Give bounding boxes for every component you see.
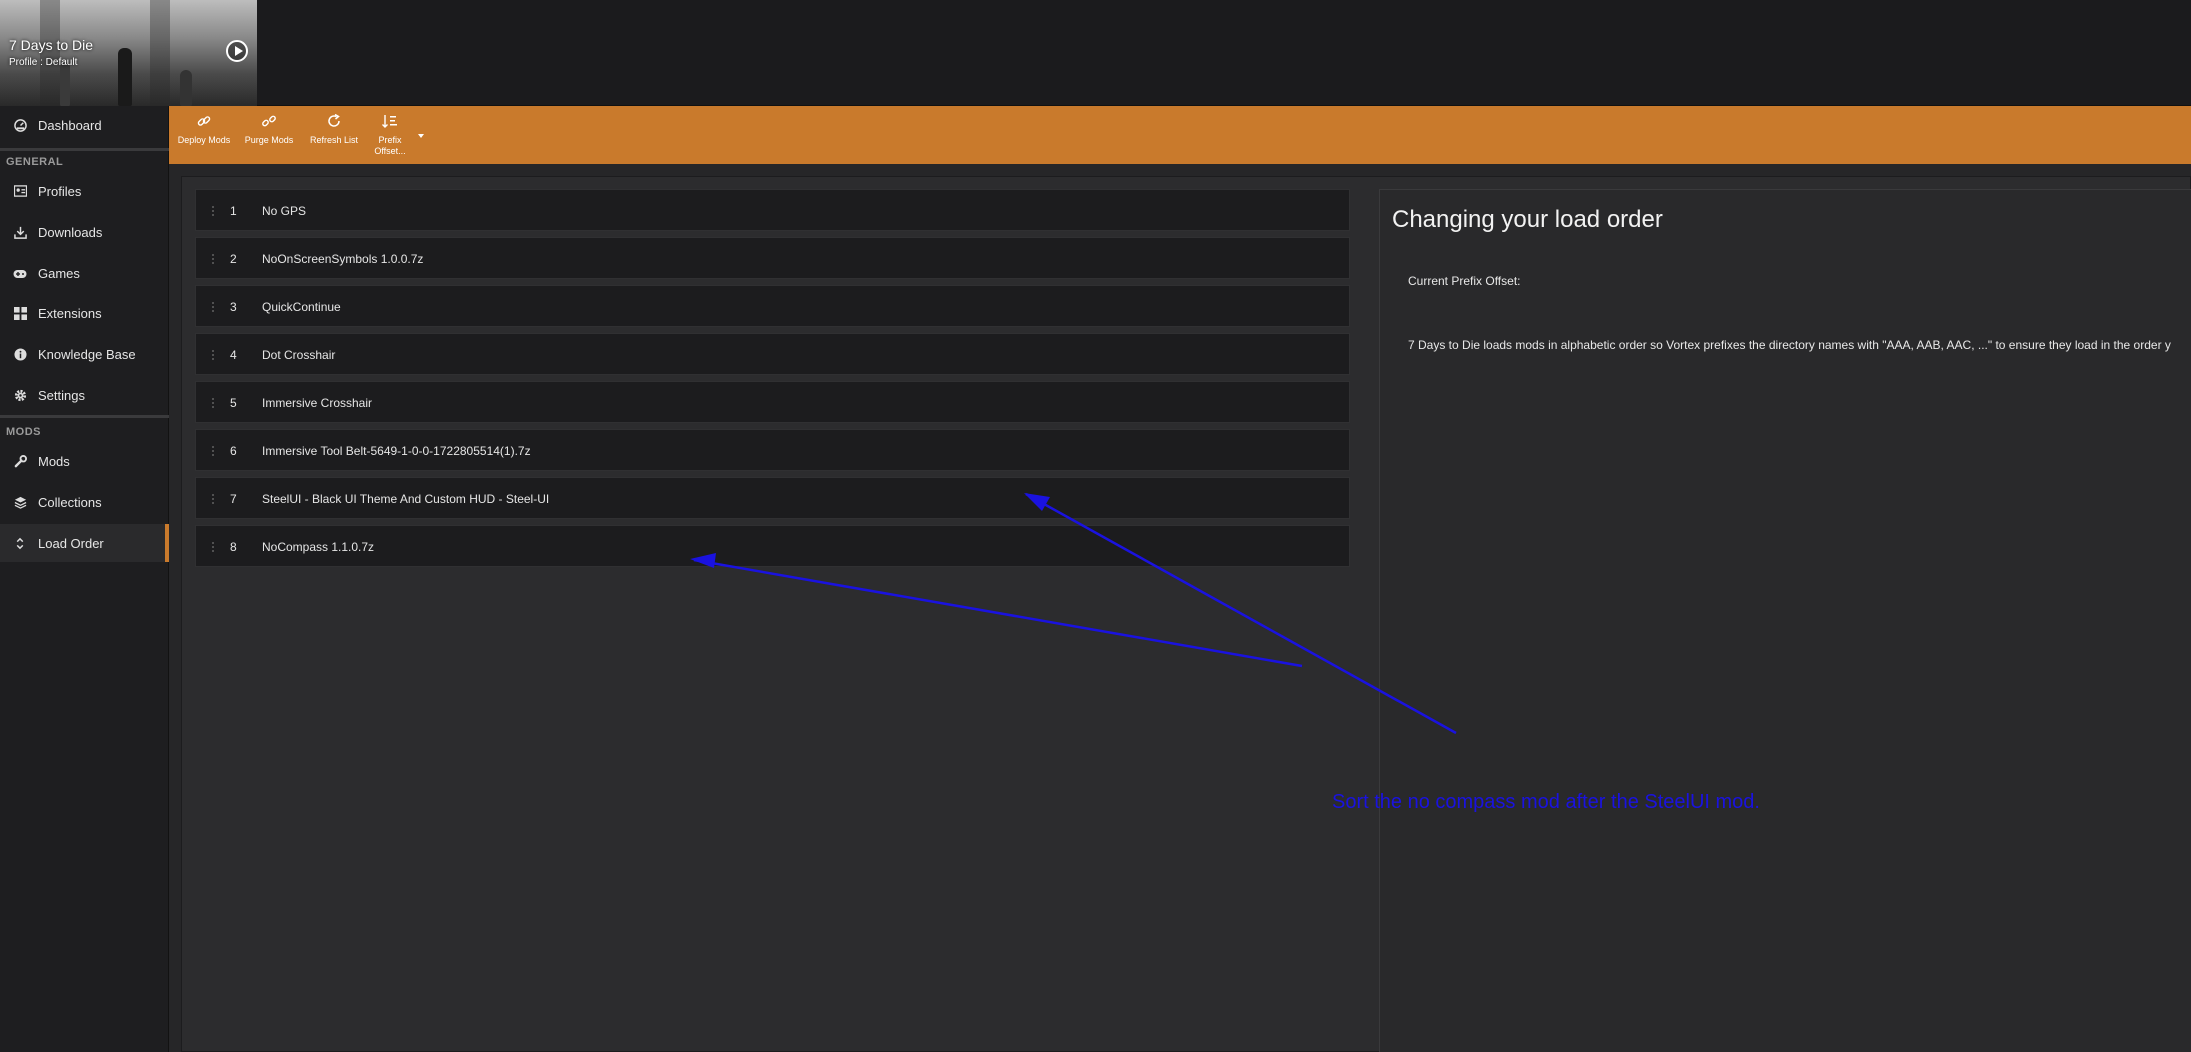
load-order-index: 4 bbox=[230, 348, 237, 362]
sidebar-item-settings[interactable]: Settings bbox=[0, 376, 169, 414]
load-order-row[interactable]: 8 NoCompass 1.1.0.7z bbox=[195, 525, 1350, 567]
sidebar-item-label: Games bbox=[38, 265, 80, 281]
drag-handle-icon[interactable] bbox=[211, 301, 215, 313]
prefix-offset-label: Prefix Offset... bbox=[374, 135, 405, 157]
banner-figure bbox=[60, 62, 70, 106]
sidebar-item-label: Collections bbox=[38, 494, 102, 510]
mod-name: NoOnScreenSymbols 1.0.0.7z bbox=[262, 252, 424, 266]
top-header: 7 Days to Die Profile : Default bbox=[0, 0, 2191, 106]
load-order-row[interactable]: 3 QuickContinue bbox=[195, 285, 1350, 327]
load-order-row[interactable]: 4 Dot Crosshair bbox=[195, 333, 1350, 375]
sidebar-item-knowledge-base[interactable]: Knowledge Base bbox=[0, 335, 169, 373]
load-order-index: 1 bbox=[230, 204, 237, 218]
load-order-index: 6 bbox=[230, 444, 237, 458]
layers-icon bbox=[13, 495, 27, 509]
deploy-mods-label: Deploy Mods bbox=[177, 135, 231, 145]
load-order-index: 3 bbox=[230, 300, 237, 314]
prefix-offset-line-1: Prefix bbox=[378, 135, 402, 145]
info-title: Changing your load order bbox=[1392, 206, 1663, 233]
toolbar: Deploy Mods Purge Mods Refresh List Pref… bbox=[169, 106, 2191, 164]
info-icon bbox=[13, 347, 27, 361]
refresh-icon bbox=[326, 113, 342, 130]
sidebar-item-downloads[interactable]: Downloads bbox=[0, 213, 169, 251]
section-divider bbox=[0, 148, 169, 151]
prefix-offset-line-2: Offset... bbox=[374, 146, 406, 156]
sidebar-item-extensions[interactable]: Extensions bbox=[0, 294, 169, 332]
section-header-general: GENERAL bbox=[6, 156, 64, 168]
drag-handle-icon[interactable] bbox=[211, 253, 215, 265]
unlink-icon bbox=[261, 114, 277, 130]
load-order-index: 2 bbox=[230, 252, 237, 266]
sidebar-item-label: Mods bbox=[38, 453, 70, 469]
load-order-row[interactable]: 2 NoOnScreenSymbols 1.0.0.7z bbox=[195, 237, 1350, 279]
drag-handle-icon[interactable] bbox=[211, 445, 215, 457]
load-order-index: 8 bbox=[230, 540, 237, 554]
profiles-icon bbox=[13, 184, 27, 198]
mod-name: No GPS bbox=[262, 204, 307, 218]
deploy-mods-button[interactable]: Deploy Mods bbox=[177, 114, 231, 158]
info-description: 7 Days to Die loads mods in alphabetic o… bbox=[1408, 338, 2171, 352]
chevron-down-icon[interactable] bbox=[418, 134, 424, 138]
sidebar-item-games[interactable]: Games bbox=[0, 254, 169, 292]
drag-handle-icon[interactable] bbox=[211, 205, 215, 217]
sidebar-item-label: Profiles bbox=[38, 183, 82, 199]
sidebar-item-load-order[interactable]: Load Order bbox=[0, 524, 169, 562]
dashboard-icon bbox=[13, 118, 27, 132]
sidebar-item-label: Load Order bbox=[38, 535, 104, 551]
mod-name: NoCompass 1.1.0.7z bbox=[262, 540, 375, 554]
sidebar-item-label: Knowledge Base bbox=[38, 346, 136, 362]
extensions-icon bbox=[13, 306, 27, 320]
mod-name: Immersive Tool Belt-5649-1-0-0-172280551… bbox=[262, 444, 531, 458]
gamepad-icon bbox=[13, 266, 27, 280]
profile-label: Profile : Default bbox=[9, 57, 78, 68]
sidebar-item-label: Dashboard bbox=[38, 117, 102, 133]
load-order-index: 7 bbox=[230, 492, 237, 506]
sidebar-item-mods[interactable]: Mods bbox=[0, 442, 169, 480]
sidebar-item-profiles[interactable]: Profiles bbox=[0, 172, 169, 210]
game-title: 7 Days to Die bbox=[9, 37, 94, 53]
refresh-list-button[interactable]: Refresh List bbox=[309, 113, 359, 158]
sort-icon bbox=[13, 536, 27, 550]
banner-figure bbox=[118, 48, 132, 106]
load-order-row[interactable]: 6 Immersive Tool Belt-5649-1-0-0-1722805… bbox=[195, 429, 1350, 471]
load-order-row[interactable]: 1 No GPS bbox=[195, 189, 1350, 231]
wrench-icon bbox=[13, 454, 27, 468]
refresh-list-label: Refresh List bbox=[309, 135, 359, 145]
download-icon bbox=[13, 225, 27, 239]
purge-mods-label: Purge Mods bbox=[244, 135, 294, 145]
mod-name: SteelUI - Black UI Theme And Custom HUD … bbox=[262, 492, 550, 506]
sidebar-item-label: Settings bbox=[38, 387, 85, 403]
mod-name: Dot Crosshair bbox=[262, 348, 336, 362]
load-order-row[interactable]: 7 SteelUI - Black UI Theme And Custom HU… bbox=[195, 477, 1350, 519]
gear-icon bbox=[13, 388, 27, 402]
game-banner[interactable]: 7 Days to Die Profile : Default bbox=[0, 0, 257, 106]
section-header-mods: MODS bbox=[6, 426, 41, 438]
sidebar: Dashboard GENERAL Profiles Downloads Gam… bbox=[0, 106, 169, 1052]
link-icon bbox=[196, 114, 212, 130]
banner-figure bbox=[180, 70, 192, 106]
play-circle-icon[interactable] bbox=[226, 40, 248, 62]
sidebar-item-label: Extensions bbox=[38, 305, 102, 321]
sort-numeric-icon bbox=[382, 114, 398, 130]
mod-name: Immersive Crosshair bbox=[262, 396, 373, 410]
banner-art bbox=[150, 0, 170, 106]
prefix-offset-label: Current Prefix Offset: bbox=[1408, 274, 1521, 288]
purge-mods-button[interactable]: Purge Mods bbox=[244, 114, 294, 158]
load-order-index: 5 bbox=[230, 396, 237, 410]
sidebar-item-collections[interactable]: Collections bbox=[0, 483, 169, 521]
drag-handle-icon[interactable] bbox=[211, 493, 215, 505]
annotation-text: Sort the no compass mod after the SteelU… bbox=[1332, 791, 1760, 813]
sidebar-item-dashboard[interactable]: Dashboard bbox=[0, 106, 169, 144]
banner-art bbox=[40, 0, 60, 106]
section-divider bbox=[0, 415, 169, 418]
drag-handle-icon[interactable] bbox=[211, 397, 215, 409]
mod-name: QuickContinue bbox=[262, 300, 341, 314]
info-panel: Changing your load order Current Prefix … bbox=[1379, 189, 2191, 1052]
drag-handle-icon[interactable] bbox=[211, 349, 215, 361]
load-order-row[interactable]: 5 Immersive Crosshair bbox=[195, 381, 1350, 423]
sidebar-item-label: Downloads bbox=[38, 224, 103, 240]
drag-handle-icon[interactable] bbox=[211, 541, 215, 553]
prefix-offset-button[interactable]: Prefix Offset... bbox=[373, 114, 407, 158]
